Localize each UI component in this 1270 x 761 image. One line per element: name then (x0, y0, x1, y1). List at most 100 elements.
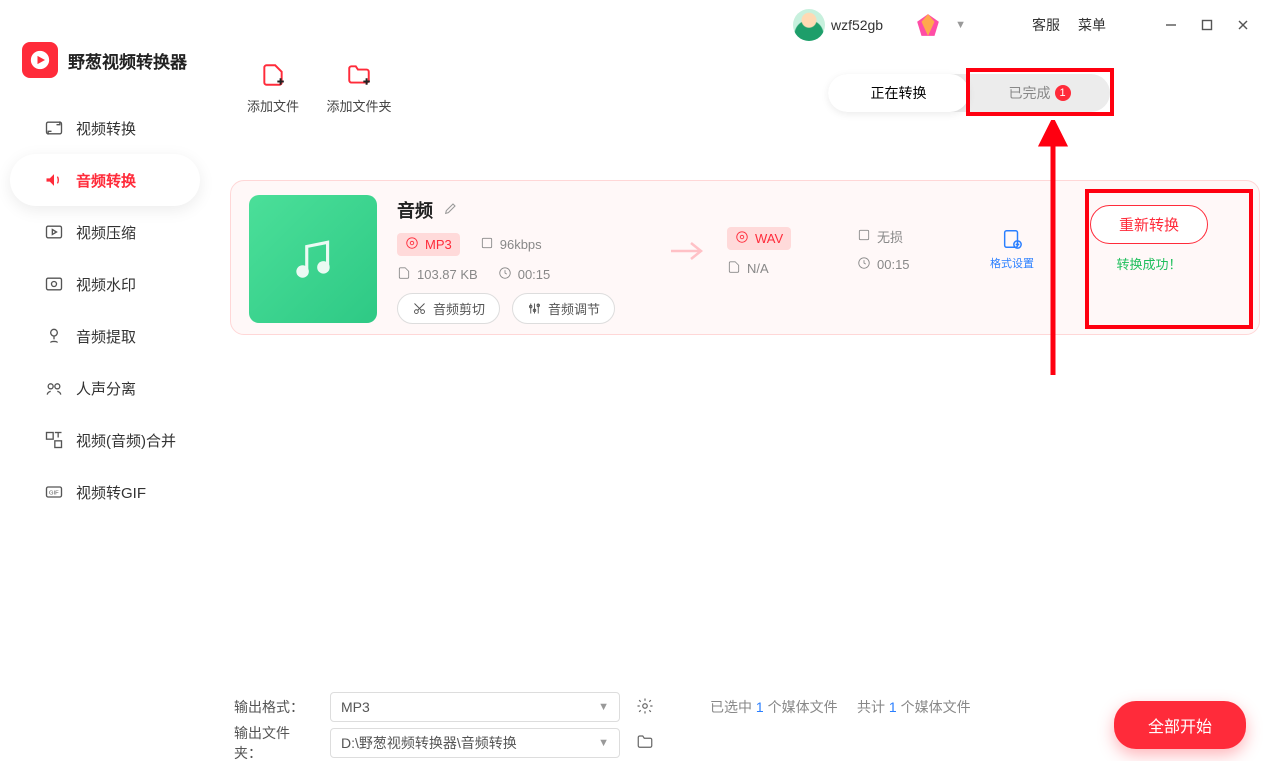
tab-completed[interactable]: 已完成 1 (969, 74, 1110, 112)
chevron-down-icon: ▼ (598, 701, 609, 713)
add-folder-label: 添加文件夹 (316, 96, 402, 115)
sidebar-item-audio-convert[interactable]: 音频转换 (10, 154, 200, 206)
audio-convert-icon (44, 170, 64, 190)
support-link[interactable]: 客服 (1032, 15, 1060, 35)
format-settings-icon (1000, 227, 1024, 251)
sidebar-item-label: 视频转换 (76, 118, 136, 139)
vocal-split-icon (44, 378, 64, 398)
menu-link[interactable]: 菜单 (1078, 15, 1106, 35)
sidebar-item-label: 人声分离 (76, 378, 136, 399)
out-format-value: MP3 (341, 699, 370, 715)
tab-completed-badge: 1 (1055, 85, 1071, 101)
dst-format: WAV (755, 231, 783, 246)
video-compress-icon (44, 222, 64, 242)
status-tabs: 正在转换 已完成 1 (828, 74, 1110, 112)
dst-format-chip: WAV (727, 227, 791, 250)
tab-converting[interactable]: 正在转换 (828, 74, 969, 112)
quality-icon (857, 228, 871, 245)
src-bitrate-chip: 96kbps (480, 236, 542, 253)
dst-duration: 00:15 (877, 257, 910, 272)
gif-icon: GIF (44, 482, 64, 502)
size-icon (397, 266, 411, 283)
edit-title-icon[interactable] (443, 200, 459, 221)
add-file-label: 添加文件 (230, 96, 316, 115)
audio-cut-label: 音频剪切 (433, 299, 485, 318)
sidebar-item-label: 视频转GIF (76, 482, 146, 503)
format-settings-label: 格式设置 (987, 255, 1037, 271)
sidebar-item-vocal-split[interactable]: 人声分离 (10, 362, 200, 414)
format-settings-button[interactable]: 格式设置 (987, 227, 1037, 271)
clock-icon (498, 266, 512, 283)
avatar (793, 9, 825, 41)
audio-cut-button[interactable]: 音频剪切 (397, 293, 500, 324)
sidebar-item-video-convert[interactable]: 视频转换 (10, 102, 200, 154)
convert-success-label: 转换成功！ (1116, 254, 1181, 273)
audio-tune-button[interactable]: 音频调节 (512, 293, 615, 324)
convert-arrow-icon (667, 239, 707, 263)
sidebar-item-video-compress[interactable]: 视频压缩 (10, 206, 200, 258)
bitrate-icon (480, 236, 494, 253)
footer-stats: 已选中 1 个媒体文件 共计 1 个媒体文件 (710, 697, 971, 717)
out-format-gear-icon[interactable] (636, 697, 654, 718)
sidebar-item-watermark[interactable]: 视频水印 (10, 258, 200, 310)
dst-quality: 无损 (877, 227, 903, 246)
sidebar-item-merge[interactable]: 视频(音频)合并 (10, 414, 200, 466)
username: wzf52gb (831, 17, 883, 33)
video-convert-icon (44, 118, 64, 138)
dst-quality-chip: 无损 (857, 227, 903, 246)
vip-dropdown-caret[interactable]: ▼ (955, 19, 966, 31)
add-folder-button[interactable]: 添加文件夹 (316, 60, 402, 115)
file-card: 音频 MP3 96kbps 103.87 KB (230, 180, 1260, 335)
sidebar: 野葱视频转换器 视频转换 音频转换 视频压缩 视频水印 音频提取 (0, 50, 210, 761)
start-all-button[interactable]: 全部开始 (1114, 701, 1246, 749)
main: 添加文件 添加文件夹 正在转换 已完成 1 音频 (210, 50, 1270, 761)
file-icon (727, 260, 741, 277)
src-duration: 00:15 (518, 267, 551, 282)
close-button[interactable] (1234, 16, 1252, 34)
out-folder-label: 输出文件夹： (234, 723, 314, 761)
dst-size: N/A (747, 261, 769, 276)
brand: 野葱视频转换器 (0, 42, 210, 102)
src-duration-chip: 00:15 (498, 266, 551, 283)
src-bitrate: 96kbps (500, 237, 542, 252)
sidebar-item-gif[interactable]: GIF 视频转GIF (10, 466, 200, 518)
file-thumbnail (249, 195, 377, 323)
file-title: 音频 (397, 197, 433, 223)
src-format: MP3 (425, 237, 452, 252)
clock-icon (857, 256, 871, 273)
sidebar-item-label: 音频转换 (76, 170, 136, 191)
format-icon (735, 230, 749, 247)
audio-extract-icon (44, 326, 64, 346)
sidebar-item-label: 音频提取 (76, 326, 136, 347)
vip-icon[interactable] (913, 10, 943, 40)
merge-icon (44, 430, 64, 450)
chevron-down-icon: ▼ (598, 737, 609, 749)
reconvert-button[interactable]: 重新转换 (1090, 205, 1208, 244)
out-folder-value: D:\野葱视频转换器\音频转换 (341, 733, 517, 753)
sidebar-item-audio-extract[interactable]: 音频提取 (10, 310, 200, 362)
audio-tune-label: 音频调节 (548, 299, 600, 318)
add-file-icon (256, 60, 290, 90)
tab-converting-label: 正在转换 (871, 83, 927, 103)
add-file-button[interactable]: 添加文件 (230, 60, 316, 115)
user-chip[interactable]: wzf52gb (793, 9, 883, 41)
footer: 输出格式： MP3 ▼ 已选中 1 个媒体文件 共计 1 个媒体文件 输出文件夹… (210, 681, 1270, 761)
out-format-label: 输出格式： (234, 697, 314, 717)
sidebar-item-label: 视频压缩 (76, 222, 136, 243)
sidebar-item-label: 视频(音频)合并 (76, 430, 176, 451)
watermark-icon (44, 274, 64, 294)
src-size: 103.87 KB (417, 267, 478, 282)
maximize-button[interactable] (1198, 16, 1216, 34)
out-folder-select[interactable]: D:\野葱视频转换器\音频转换 ▼ (330, 728, 620, 758)
svg-text:GIF: GIF (49, 491, 59, 497)
minimize-button[interactable] (1162, 16, 1180, 34)
src-size-chip: 103.87 KB (397, 266, 478, 283)
tab-completed-label: 已完成 (1009, 83, 1051, 103)
brand-logo-icon (22, 42, 58, 78)
out-format-select[interactable]: MP3 ▼ (330, 692, 620, 722)
format-icon (405, 236, 419, 253)
brand-name: 野葱视频转换器 (68, 48, 187, 73)
src-format-chip: MP3 (397, 233, 460, 256)
open-folder-icon[interactable] (636, 733, 654, 754)
dst-duration-chip: 00:15 (857, 256, 910, 273)
